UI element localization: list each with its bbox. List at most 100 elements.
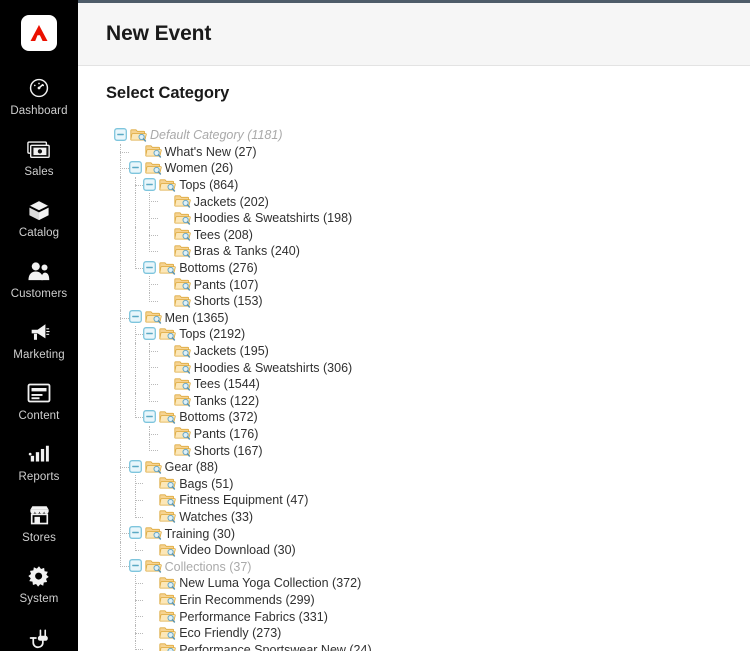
- sidebar-item-catalog[interactable]: Catalog: [0, 188, 78, 249]
- category-tree-node[interactable]: Eco Friendly (273): [106, 624, 722, 642]
- category-tree-node[interactable]: Pants (107): [106, 276, 722, 293]
- tree-collapse-toggle-icon[interactable]: [143, 326, 158, 342]
- category-tree-node[interactable]: Bottoms (276): [106, 259, 722, 277]
- category-tree-node[interactable]: Performance Fabrics (331): [106, 608, 722, 625]
- category-tree-node[interactable]: Hoodies & Sweatshirts (306): [106, 359, 722, 376]
- sidebar-item-system[interactable]: System: [0, 554, 78, 615]
- category-node-label[interactable]: Default Category (1181): [150, 127, 282, 143]
- category-tree-node[interactable]: Hoodies & Sweatshirts (198): [106, 209, 722, 227]
- category-node-label[interactable]: Bags (51): [179, 476, 233, 492]
- sidebar-item-marketing[interactable]: Marketing: [0, 310, 78, 371]
- category-tree-node[interactable]: Erin Recommends (299): [106, 591, 722, 609]
- category-node-label[interactable]: Hoodies & Sweatshirts (306): [194, 360, 352, 376]
- tree-collapse-toggle-icon[interactable]: [143, 177, 158, 193]
- category-node-label[interactable]: Watches (33): [179, 509, 253, 525]
- category-node-label[interactable]: Shorts (167): [194, 443, 263, 459]
- sidebar-item-content[interactable]: Content: [0, 371, 78, 432]
- category-node-label[interactable]: Jackets (202): [194, 194, 269, 210]
- sidebar-item-label: Catalog: [18, 227, 60, 239]
- tree-guide: [134, 359, 136, 376]
- category-tree-node[interactable]: New Luma Yoga Collection (372): [106, 575, 722, 592]
- category-tree-node[interactable]: Tanks (122): [106, 392, 722, 410]
- tree-guide: [134, 492, 136, 509]
- category-tree-node[interactable]: Tops (864): [106, 176, 722, 194]
- category-tree-node[interactable]: What's New (27): [106, 143, 722, 161]
- tree-guide: [120, 508, 121, 526]
- folder-search-icon: [144, 310, 162, 325]
- category-node-label[interactable]: New Luma Yoga Collection (372): [179, 575, 361, 591]
- sidebar-item-dashboard[interactable]: Dashboard: [0, 66, 78, 127]
- category-tree-node[interactable]: Men (1365): [106, 309, 722, 327]
- category-tree-node[interactable]: Performance Sportswear New (24): [106, 641, 722, 651]
- tree-collapse-toggle-icon[interactable]: [128, 459, 144, 475]
- tree-collapse-toggle-icon[interactable]: [128, 310, 144, 325]
- category-tree-node[interactable]: Gear (88): [106, 458, 722, 476]
- category-node-label[interactable]: Eco Friendly (273): [179, 625, 281, 641]
- category-node-label[interactable]: Bras & Tanks (240): [194, 243, 300, 259]
- category-node-label[interactable]: Pants (107): [194, 277, 259, 293]
- category-tree-node[interactable]: Jackets (195): [106, 342, 722, 360]
- category-tree-node[interactable]: Tops (2192): [106, 326, 722, 343]
- category-tree-node[interactable]: Bags (51): [106, 475, 722, 493]
- category-node-label[interactable]: Fitness Equipment (47): [179, 492, 308, 508]
- category-node-label[interactable]: What's New (27): [165, 144, 257, 160]
- sidebar-item-reports[interactable]: Reports: [0, 432, 78, 493]
- tree-indent: [106, 492, 144, 509]
- category-node-label[interactable]: Men (1365): [165, 310, 229, 326]
- category-node-label[interactable]: Tops (2192): [179, 326, 245, 342]
- sidebar-logo[interactable]: [0, 0, 78, 66]
- folder-search-icon: [174, 211, 191, 226]
- category-node-label[interactable]: Bottoms (276): [179, 260, 258, 276]
- sidebar-item-find-partners-extensions[interactable]: Find Partners& Extensions: [0, 615, 78, 651]
- category-node-label[interactable]: Women (26): [165, 160, 234, 176]
- tree-collapse-toggle-icon[interactable]: [143, 260, 158, 276]
- category-node-label[interactable]: Bottoms (372): [179, 409, 258, 425]
- category-tree-node[interactable]: Bras & Tanks (240): [106, 243, 722, 260]
- category-tree-node[interactable]: Tees (208): [106, 226, 722, 244]
- tree-toggle-spacer: [158, 344, 174, 359]
- category-tree-node[interactable]: Women (26): [106, 160, 722, 177]
- category-node-label[interactable]: Training (30): [165, 526, 235, 542]
- tree-toggle-spacer: [158, 211, 174, 226]
- category-node-label[interactable]: Performance Fabrics (331): [179, 609, 328, 625]
- category-node-label[interactable]: Tees (208): [194, 227, 253, 243]
- tree-collapse-toggle-icon[interactable]: [128, 161, 144, 176]
- category-tree-node[interactable]: Default Category (1181): [106, 127, 722, 144]
- category-tree-node[interactable]: Watches (33): [106, 508, 722, 526]
- category-node-label[interactable]: Collections (37): [165, 559, 252, 575]
- category-node-label[interactable]: Performance Sportswear New (24): [179, 642, 371, 651]
- tree-collapse-toggle-icon[interactable]: [128, 526, 144, 541]
- sidebar-item-sales[interactable]: Sales: [0, 127, 78, 188]
- category-node-label[interactable]: Jackets (195): [194, 343, 269, 359]
- tree-indent: [106, 475, 144, 493]
- sidebar-item-stores[interactable]: Stores: [0, 493, 78, 554]
- category-node-label[interactable]: Erin Recommends (299): [179, 592, 314, 608]
- category-node-label[interactable]: Tops (864): [179, 177, 238, 193]
- category-tree-node[interactable]: Jackets (202): [106, 193, 722, 210]
- tree-collapse-toggle-icon[interactable]: [114, 127, 129, 143]
- category-tree-node[interactable]: Training (30): [106, 525, 722, 542]
- category-node-label[interactable]: Video Download (30): [179, 542, 296, 558]
- category-node-label[interactable]: Hoodies & Sweatshirts (198): [194, 210, 352, 226]
- category-node-label[interactable]: Tanks (122): [194, 393, 259, 409]
- tree-collapse-toggle-icon[interactable]: [143, 409, 158, 425]
- sidebar-item-customers[interactable]: Customers: [0, 249, 78, 310]
- folder-search-icon: [174, 194, 191, 209]
- category-tree-node[interactable]: Video Download (30): [106, 541, 722, 559]
- tree-guide: [134, 226, 136, 244]
- category-tree-node[interactable]: Collections (37): [106, 558, 722, 575]
- tree-indent: [106, 359, 158, 376]
- category-node-label[interactable]: Gear (88): [165, 459, 219, 475]
- category-node-label[interactable]: Tees (1544): [194, 376, 260, 392]
- category-tree-node[interactable]: Bottoms (372): [106, 409, 722, 426]
- category-tree-node[interactable]: Fitness Equipment (47): [106, 492, 722, 509]
- category-tree-node[interactable]: Pants (176): [106, 425, 722, 443]
- tree-connector: [134, 184, 144, 186]
- category-tree-node[interactable]: Shorts (153): [106, 292, 722, 310]
- sidebar-nav-list: Dashboard Sales Catalog Customers Marketing C…: [0, 66, 78, 651]
- tree-collapse-toggle-icon[interactable]: [128, 559, 144, 574]
- category-tree-node[interactable]: Shorts (167): [106, 442, 722, 459]
- category-tree-node[interactable]: Tees (1544): [106, 375, 722, 393]
- category-node-label[interactable]: Pants (176): [194, 426, 259, 442]
- category-node-label[interactable]: Shorts (153): [194, 293, 263, 309]
